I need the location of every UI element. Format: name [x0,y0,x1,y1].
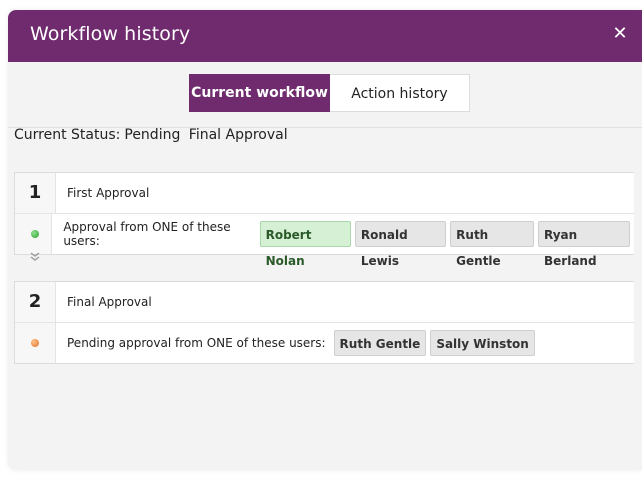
approver-list: Ruth Gentle Sally Winston [333,330,539,356]
approved-status-dot-icon [31,230,39,238]
status-prefix: Current Status: [14,127,121,143]
user-chip[interactable]: Ruth Gentle [333,330,427,356]
tab-current-workflow[interactable]: Current workflow [189,74,330,112]
approval-instruction: Pending approval from ONE of these users… [67,336,326,350]
step-title: First Approval [67,186,150,200]
status-state: Pending [124,127,181,143]
tab-action-history[interactable]: Action history [330,74,470,112]
user-chip[interactable]: Robert Nolan [259,221,351,268]
user-chip[interactable]: Ruth Gentle [450,221,535,268]
step-number: 1 [15,173,56,213]
tab-group: Current workflow Action history [189,74,470,112]
current-status: Current Status: Pending Final Approval [14,127,292,143]
step-title: Final Approval [67,295,152,309]
workflow-step-2: 2 Final Approval Pending approval from O… [14,281,634,364]
dialog-title: Workflow history [30,23,191,45]
pending-status-dot-icon [31,339,39,347]
user-chip[interactable]: Ryan Berland [538,221,630,268]
workflow-step-1: 1 First Approval Approval from ONE of th… [14,172,634,268]
chevron-double-down-icon [30,252,40,265]
step-number: 2 [15,282,56,322]
close-icon[interactable]: ✕ [608,21,632,47]
approver-list: Robert Nolan Ronald Lewis Ruth Gentle Ry… [259,221,634,268]
approval-instruction: Approval from ONE of these users: [63,220,231,248]
step-approvers: Approval from ONE of these users: Robert… [52,214,634,268]
user-chip[interactable]: Ronald Lewis [354,221,447,268]
tabs-bar: Current workflow Action history [8,62,642,128]
user-chip[interactable]: Sally Winston [430,330,535,356]
dialog-header: Workflow history ✕ [8,10,642,62]
step-approvers: Pending approval from ONE of these users… [56,323,539,363]
status-step: Final Approval [188,127,288,143]
